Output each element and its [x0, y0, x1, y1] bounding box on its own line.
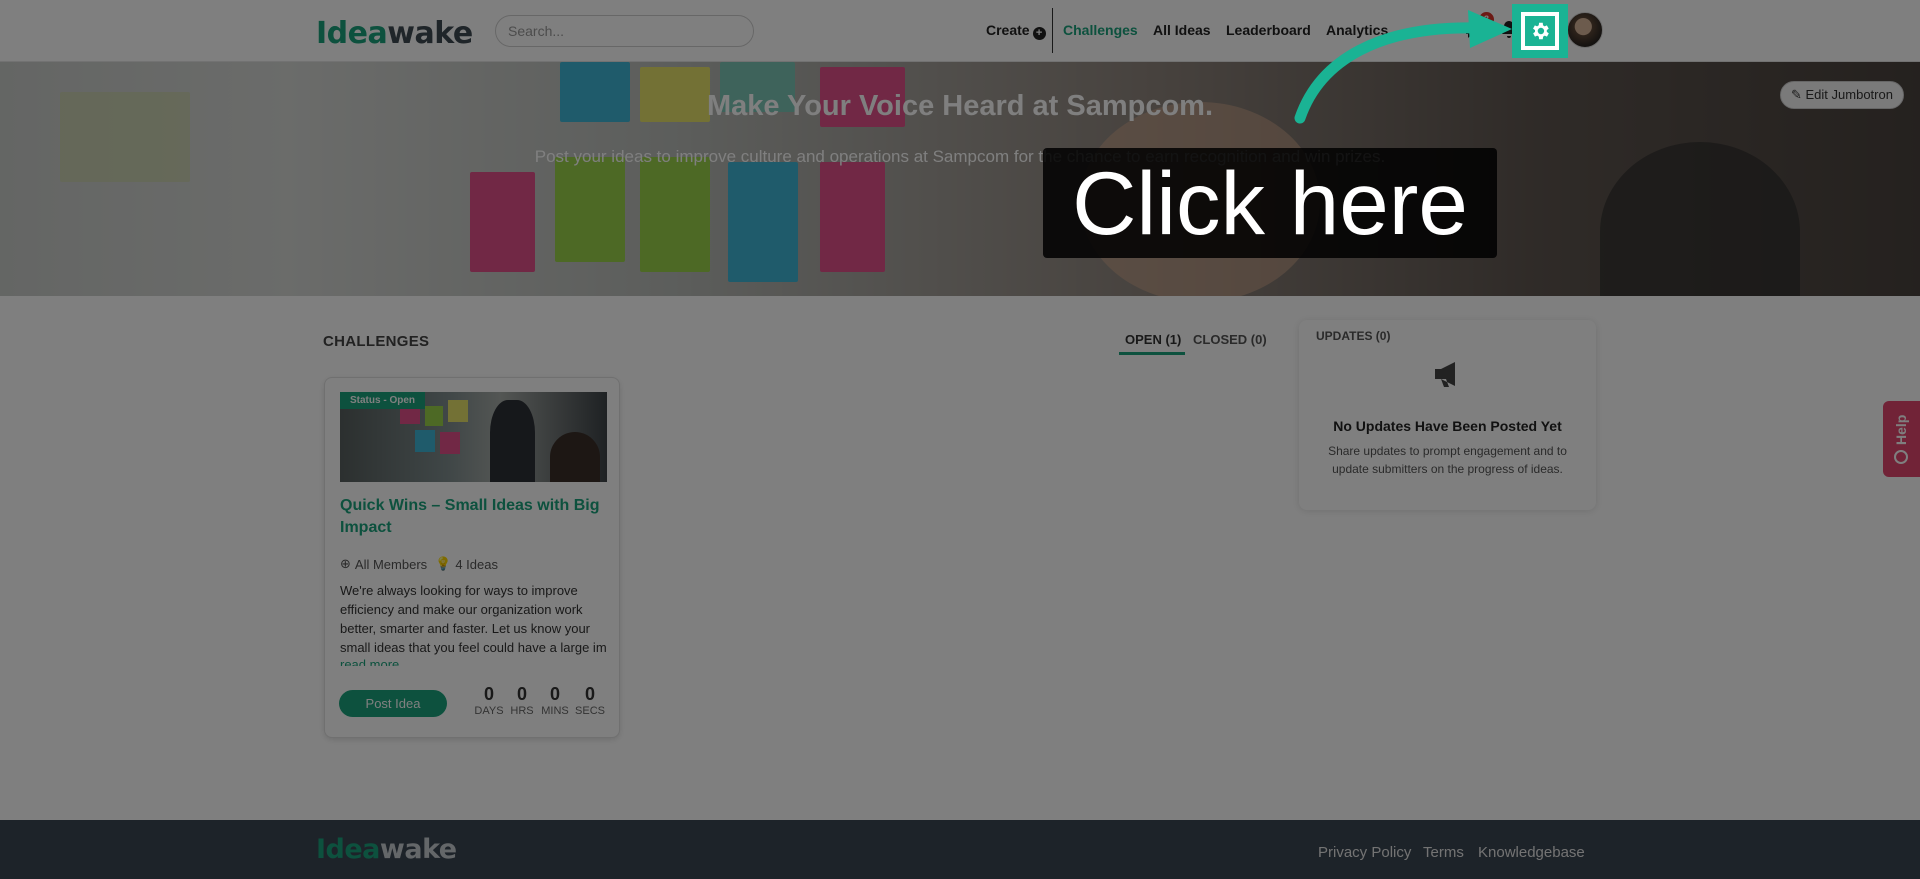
footer-link-terms[interactable]: Terms — [1423, 844, 1464, 861]
challenge-description: We're always looking for ways to improve… — [340, 583, 607, 655]
highlighted-settings-button[interactable] — [1512, 4, 1568, 58]
click-here-callout: Click here — [1043, 148, 1497, 258]
nav-create[interactable]: Create + — [986, 22, 1046, 40]
countdown-label: MINS — [541, 705, 569, 717]
megaphone-icon — [1435, 362, 1455, 387]
logo-part-wake: wake — [387, 16, 473, 51]
nav-all-ideas[interactable]: All Ideas — [1153, 22, 1211, 38]
sticky-note — [448, 400, 468, 422]
countdown-label: HRS — [510, 705, 534, 717]
countdown-label: SECS — [575, 705, 605, 717]
ideas-count: 4 Ideas — [455, 556, 498, 572]
challenge-meta: ⊕ All Members 💡 4 Ideas — [340, 556, 498, 572]
updates-panel: UPDATES (0) No Updates Have Been Posted … — [1299, 320, 1596, 510]
edit-jumbotron-label: Edit Jumbotron — [1805, 87, 1893, 102]
countdown-value: 0 — [516, 684, 527, 704]
sticky-note — [640, 157, 710, 272]
highlight-inner — [1521, 12, 1559, 50]
ideawake-logo[interactable]: Ideawake — [316, 16, 473, 51]
lightbulb-icon: 💡 — [435, 556, 452, 571]
logo-part-idea: Idea — [316, 834, 380, 865]
globe-icon: ⊕ — [340, 556, 351, 571]
sticky-note — [555, 157, 625, 262]
search-input[interactable] — [495, 15, 754, 47]
audience-label: All Members — [354, 556, 428, 572]
plus-circle-icon: + — [1032, 27, 1046, 40]
hero-title: Make Your Voice Heard at Sampcom. — [706, 90, 1214, 122]
countdown-hours: 0 HRS — [507, 684, 537, 718]
countdown-mins: 0 MINS — [538, 684, 572, 718]
countdown-value: 0 — [483, 684, 494, 704]
top-navbar: Ideawake Create+ Challenges All Ideas Le… — [0, 0, 1920, 62]
sticky-note — [728, 162, 798, 282]
read-more-link[interactable]: read more — [340, 658, 399, 666]
tab-open[interactable]: OPEN (1) — [1125, 332, 1181, 347]
edit-icon: ✎ — [1791, 87, 1806, 102]
logo-part-idea: Idea — [316, 16, 388, 51]
gear-icon — [1533, 22, 1549, 40]
tab-closed[interactable]: CLOSED (0) — [1193, 332, 1267, 347]
challenge-title[interactable]: Quick Wins – Small Ideas with Big Impact — [340, 495, 610, 539]
logo-part-wake: wake — [379, 834, 457, 865]
sticky-note — [440, 432, 460, 454]
person-silhouette — [490, 400, 535, 482]
challenge-card[interactable]: Status - Open Quick Wins – Small Ideas w… — [324, 377, 620, 738]
user-avatar[interactable] — [1567, 12, 1603, 48]
help-tab[interactable]: Help — [1883, 401, 1920, 477]
countdown-label: DAYS — [474, 705, 504, 717]
person-silhouette — [550, 432, 600, 482]
sticky-note — [425, 406, 443, 426]
nav-create-label: Create — [986, 22, 1030, 38]
sticky-note — [470, 172, 535, 272]
footer: Ideawake Privacy Policy Terms Knowledgeb… — [0, 820, 1920, 879]
updates-title: UPDATES (0) — [1316, 329, 1391, 343]
challenge-image[interactable]: Status - Open — [340, 392, 607, 482]
edit-jumbotron-button[interactable]: ✎ Edit Jumbotron — [1780, 81, 1904, 109]
countdown-secs: 0 SECS — [574, 684, 606, 718]
countdown-value: 0 — [549, 684, 560, 704]
help-label: Help — [1893, 414, 1909, 445]
countdown-days: 0 DAYS — [473, 684, 505, 718]
pointer-arrow-icon — [1294, 10, 1512, 124]
footer-logo[interactable]: Ideawake — [316, 834, 457, 865]
updates-empty-heading: No Updates Have Been Posted Yet — [1333, 418, 1562, 434]
challenges-heading: CHALLENGES — [323, 333, 430, 350]
sticky-note — [415, 430, 435, 452]
active-tab-indicator — [1119, 352, 1185, 355]
footer-link-privacy[interactable]: Privacy Policy — [1318, 844, 1411, 861]
nav-challenges[interactable]: Challenges — [1063, 22, 1138, 38]
countdown-value: 0 — [584, 684, 595, 704]
lifebuoy-icon — [1894, 450, 1908, 464]
status-badge: Status - Open — [340, 392, 426, 409]
post-idea-button[interactable]: Post Idea — [339, 690, 447, 717]
hero-subtitle: Post your ideas to improve culture and o… — [534, 147, 1386, 166]
footer-link-knowledgebase[interactable]: Knowledgebase — [1478, 844, 1585, 861]
jumbotron: Make Your Voice Heard at Sampcom. Post y… — [0, 62, 1920, 296]
sticky-note — [820, 162, 885, 272]
updates-empty-text: Share updates to prompt engagement and t… — [1328, 444, 1567, 476]
nav-divider — [1052, 8, 1053, 53]
